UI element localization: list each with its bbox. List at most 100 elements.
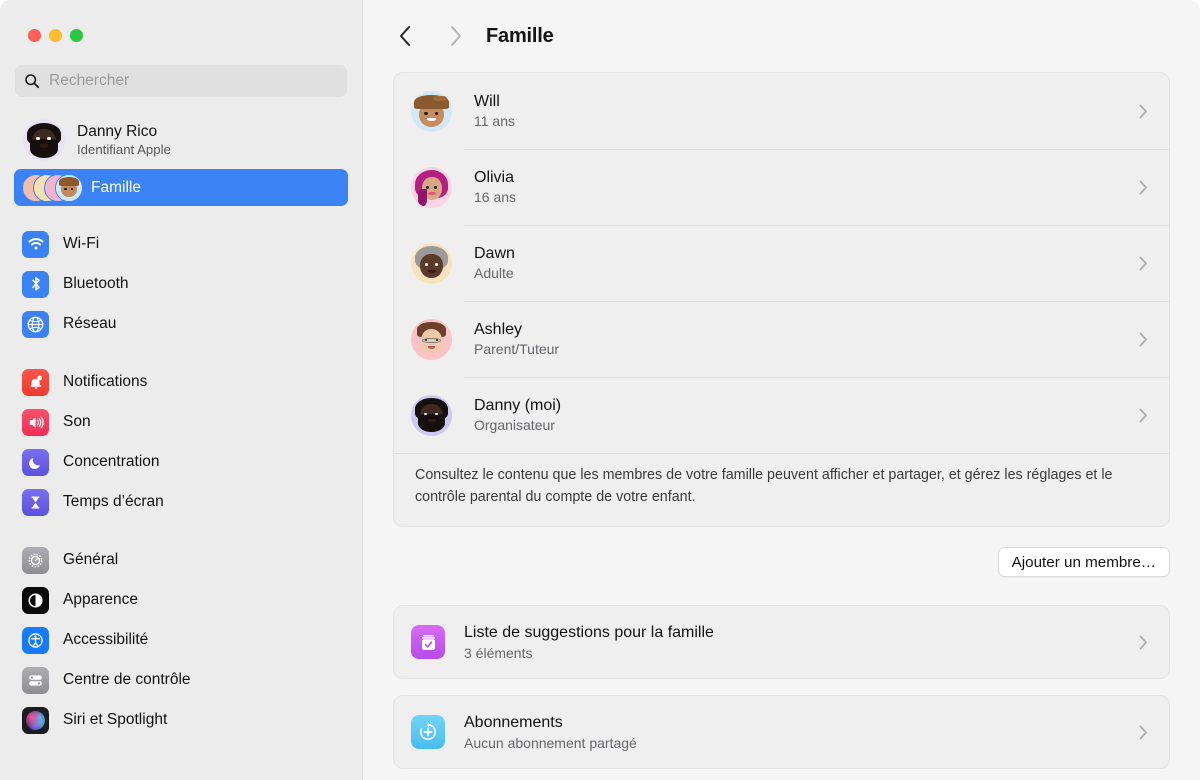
sidebar: Danny Rico Identifiant Apple bbox=[0, 0, 363, 780]
sidebar-item-temps-decran[interactable]: Temps d’écran bbox=[14, 482, 348, 522]
sidebar-item-label: Apparence bbox=[63, 591, 138, 609]
sidebar-item-label: Temps d’écran bbox=[63, 493, 164, 511]
chevron-right-icon bbox=[1139, 180, 1148, 195]
member-role: Adulte bbox=[474, 265, 1139, 282]
sidebar-item-label: Bluetooth bbox=[63, 275, 129, 293]
member-role: Parent/Tuteur bbox=[474, 341, 1139, 358]
reminders-list-icon bbox=[411, 625, 445, 659]
traffic-lights bbox=[0, 0, 362, 42]
list-item-title: Abonnements bbox=[464, 713, 1139, 733]
member-name: Danny (moi) bbox=[474, 396, 1139, 416]
search-icon bbox=[24, 73, 40, 89]
sidebar-item-famille[interactable]: Famille bbox=[14, 169, 348, 206]
content-area: Will 11 ans bbox=[363, 72, 1200, 769]
table-row[interactable]: Ashley Parent/Tuteur bbox=[394, 301, 1169, 377]
family-members-card: Will 11 ans bbox=[393, 72, 1170, 527]
chevron-right-icon bbox=[1139, 256, 1148, 271]
sidebar-item-label: Réseau bbox=[63, 315, 116, 333]
sidebar-item-bluetooth[interactable]: Bluetooth bbox=[14, 264, 348, 304]
chevron-right-icon bbox=[1139, 332, 1148, 347]
sidebar-group-alerts: Notifications Son bbox=[0, 362, 362, 522]
main-content: Famille bbox=[363, 0, 1200, 780]
hourglass-icon bbox=[22, 489, 49, 516]
chevron-right-icon bbox=[1139, 635, 1148, 650]
sidebar-item-siri-et-spotlight[interactable]: Siri et Spotlight bbox=[14, 700, 348, 740]
account-subtitle: Identifiant Apple bbox=[77, 142, 171, 158]
settings-window: Danny Rico Identifiant Apple bbox=[0, 0, 1200, 780]
list-item[interactable]: Liste de suggestions pour la famille 3 é… bbox=[394, 606, 1169, 678]
gear-icon bbox=[22, 547, 49, 574]
list-item-title: Liste de suggestions pour la famille bbox=[464, 623, 1139, 643]
table-row[interactable]: Olivia 16 ans bbox=[394, 149, 1169, 225]
bluetooth-icon bbox=[22, 271, 49, 298]
speaker-icon bbox=[22, 409, 49, 436]
chevron-left-icon bbox=[398, 25, 412, 47]
sidebar-item-reseau[interactable]: Réseau bbox=[14, 304, 348, 344]
appearance-contrast-icon bbox=[22, 587, 49, 614]
member-name: Will bbox=[474, 92, 1139, 112]
sidebar-item-wifi[interactable]: Wi-Fi bbox=[14, 224, 348, 264]
sidebar-item-label: Général bbox=[63, 551, 118, 569]
table-row[interactable]: Will 11 ans bbox=[394, 73, 1169, 149]
close-button[interactable] bbox=[28, 29, 41, 42]
sidebar-item-notifications[interactable]: Notifications bbox=[14, 362, 348, 402]
table-row[interactable]: Dawn Adulte bbox=[394, 225, 1169, 301]
avatar bbox=[411, 167, 452, 208]
member-role: 16 ans bbox=[474, 189, 1139, 206]
member-name: Dawn bbox=[474, 244, 1139, 264]
sidebar-item-label: Concentration bbox=[63, 453, 160, 471]
avatar bbox=[411, 395, 452, 436]
wifi-icon bbox=[22, 231, 49, 258]
page-title: Famille bbox=[486, 25, 554, 48]
member-name: Olivia bbox=[474, 168, 1139, 188]
avatar bbox=[411, 91, 452, 132]
add-member-button[interactable]: Ajouter un membre… bbox=[998, 547, 1170, 577]
member-role: 11 ans bbox=[474, 113, 1139, 130]
sidebar-item-apple-account[interactable]: Danny Rico Identifiant Apple bbox=[15, 115, 347, 165]
list-item[interactable]: Abonnements Aucun abonnement partagé bbox=[394, 696, 1169, 768]
avatar bbox=[411, 243, 452, 284]
family-avatars-stack bbox=[22, 174, 84, 202]
table-row[interactable]: Danny (moi) Organisateur bbox=[394, 377, 1169, 453]
siri-icon bbox=[22, 707, 49, 734]
search-input[interactable] bbox=[49, 65, 338, 97]
sidebar-item-label: Son bbox=[63, 413, 91, 431]
sidebar-group-network: Wi-Fi Bluetooth bbox=[0, 224, 362, 344]
network-globe-icon bbox=[22, 311, 49, 338]
member-name: Ashley bbox=[474, 320, 1139, 340]
search-field[interactable] bbox=[15, 65, 347, 97]
sidebar-item-centre-de-controle[interactable]: Centre de contrôle bbox=[14, 660, 348, 700]
sidebar-item-label: Centre de contrôle bbox=[63, 671, 191, 689]
sidebar-group-system: Général Apparence bbox=[0, 540, 362, 740]
subscriptions-card[interactable]: Abonnements Aucun abonnement partagé bbox=[393, 695, 1170, 769]
member-role: Organisateur bbox=[474, 417, 1139, 434]
sidebar-item-label: Siri et Spotlight bbox=[63, 711, 167, 729]
moon-icon bbox=[22, 449, 49, 476]
chevron-right-icon bbox=[1139, 725, 1148, 740]
list-item-subtitle: Aucun abonnement partagé bbox=[464, 735, 1139, 752]
sidebar-item-accessibilite[interactable]: Accessibilité bbox=[14, 620, 348, 660]
account-name: Danny Rico bbox=[77, 123, 171, 141]
sidebar-item-apparence[interactable]: Apparence bbox=[14, 580, 348, 620]
chevron-right-icon bbox=[1139, 408, 1148, 423]
forward-button[interactable] bbox=[441, 21, 471, 51]
zoom-button[interactable] bbox=[70, 29, 83, 42]
toolbar: Famille bbox=[363, 0, 1200, 72]
sidebar-item-label: Notifications bbox=[63, 373, 147, 391]
sidebar-item-son[interactable]: Son bbox=[14, 402, 348, 442]
bell-icon bbox=[22, 369, 49, 396]
list-item-subtitle: 3 éléments bbox=[464, 645, 1139, 662]
accessibility-icon bbox=[22, 627, 49, 654]
minimize-button[interactable] bbox=[49, 29, 62, 42]
sidebar-item-concentration[interactable]: Concentration bbox=[14, 442, 348, 482]
sidebar-item-label: Wi-Fi bbox=[63, 235, 99, 253]
control-center-icon bbox=[22, 667, 49, 694]
sidebar-item-general[interactable]: Général bbox=[14, 540, 348, 580]
chevron-right-icon bbox=[1139, 104, 1148, 119]
family-suggestions-card[interactable]: Liste de suggestions pour la famille 3 é… bbox=[393, 605, 1170, 679]
chevron-right-icon bbox=[449, 25, 463, 47]
sidebar-item-label: Accessibilité bbox=[63, 631, 148, 649]
subscriptions-icon bbox=[411, 715, 445, 749]
actions-row: Ajouter un membre… bbox=[393, 547, 1170, 577]
back-button[interactable] bbox=[390, 21, 420, 51]
